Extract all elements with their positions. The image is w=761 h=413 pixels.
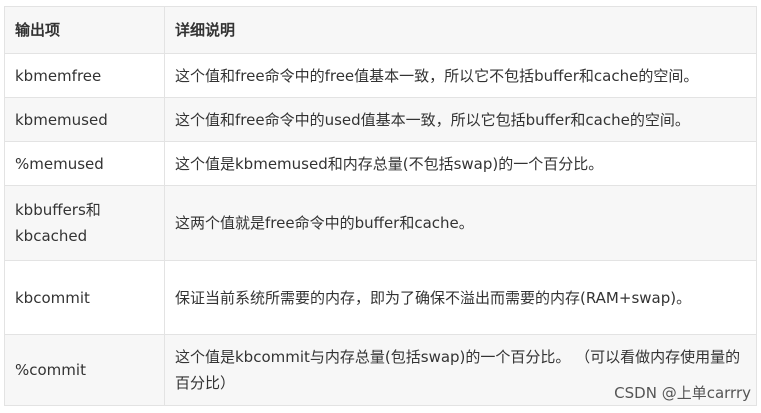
header-description: 详细说明: [164, 6, 757, 54]
row-name: kbcommit: [4, 260, 165, 335]
row-description: 这两个值就是free命令中的buffer和cache。: [164, 185, 757, 261]
row-name: kbmemused: [4, 97, 165, 142]
row-name: %commit: [4, 334, 165, 406]
table-header-row: 输出项 详细说明: [4, 6, 757, 54]
row-description: 这个值和free命令中的free值基本一致，所以它不包括buffer和cache…: [164, 53, 757, 98]
table-row: kbmemfree 这个值和free命令中的free值基本一致，所以它不包括bu…: [4, 53, 757, 98]
table-row: kbbuffers和kbcached 这两个值就是free命令中的buffer和…: [4, 185, 757, 261]
header-output-item: 输出项: [4, 6, 165, 54]
row-name: kbmemfree: [4, 53, 165, 98]
table-row: kbcommit 保证当前系统所需要的内存，即为了确保不溢出而需要的内存(RAM…: [4, 260, 757, 335]
csdn-watermark: CSDN @上单carrry: [614, 384, 751, 402]
row-description: 这个值和free命令中的used值基本一致，所以它包括buffer和cache的…: [164, 97, 757, 142]
table-row: kbmemused 这个值和free命令中的used值基本一致，所以它包括buf…: [4, 97, 757, 142]
row-name: kbbuffers和kbcached: [4, 185, 165, 261]
row-description: 保证当前系统所需要的内存，即为了确保不溢出而需要的内存(RAM+swap)。: [164, 260, 757, 335]
metrics-table: 输出项 详细说明 kbmemfree 这个值和free命令中的free值基本一致…: [4, 6, 757, 406]
row-description: 这个值是kbmemused和内存总量(不包括swap)的一个百分比。: [164, 141, 757, 186]
table-row: %memused 这个值是kbmemused和内存总量(不包括swap)的一个百…: [4, 141, 757, 186]
row-name: %memused: [4, 141, 165, 186]
